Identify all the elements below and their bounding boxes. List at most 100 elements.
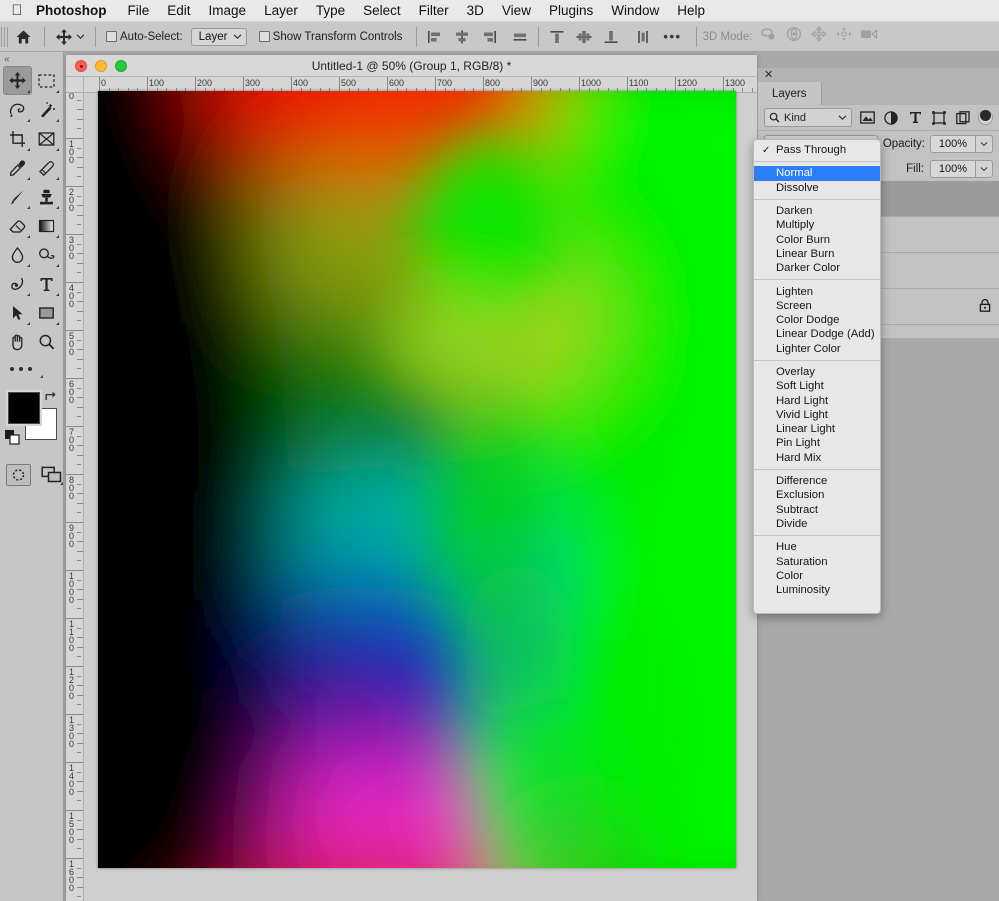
chevron-down-icon[interactable] [976,160,993,178]
menu-item-window[interactable]: Window [602,0,668,22]
tool-blur-tool[interactable] [3,240,32,269]
menu-item-help[interactable]: Help [668,0,714,22]
blend-mode-option-luminosity[interactable]: Luminosity [754,583,880,597]
menu-item-file[interactable]: File [119,0,159,22]
menu-item-edit[interactable]: Edit [158,0,199,22]
smart-object-filter-icon[interactable] [954,109,972,127]
menu-item-3d[interactable]: 3D [458,0,493,22]
blend-mode-option-color-burn[interactable]: Color Burn [754,232,880,246]
tool-rectangle-tool[interactable] [32,298,61,327]
type-layer-filter-icon[interactable] [906,109,924,127]
tool-clone-stamp-tool[interactable] [32,182,61,211]
roll-3d-icon[interactable] [785,26,803,47]
slide-3d-icon[interactable] [835,26,853,47]
blend-mode-option-color[interactable]: Color [754,569,880,583]
distribute-bottom-edges-icon[interactable] [599,25,623,49]
blend-mode-option-hard-light[interactable]: Hard Light [754,393,880,407]
blend-mode-option-saturation[interactable]: Saturation [754,554,880,568]
blend-mode-option-multiply[interactable]: Multiply [754,218,880,232]
menu-item-layer[interactable]: Layer [255,0,307,22]
blend-mode-option-hue[interactable]: Hue [754,540,880,554]
blend-mode-option-difference[interactable]: Difference [754,474,880,488]
blend-mode-option-darker-color[interactable]: Darker Color [754,261,880,275]
blend-mode-option-hard-mix[interactable]: Hard Mix [754,451,880,465]
menu-item-plugins[interactable]: Plugins [540,0,602,22]
tool-rectangular-marquee-tool[interactable] [32,66,61,95]
more-tools-icon[interactable] [0,356,64,382]
shape-layer-filter-icon[interactable] [930,109,948,127]
distribute-vertical-centers-icon[interactable] [572,25,596,49]
image-canvas[interactable] [98,91,736,868]
blend-mode-option-pin-light[interactable]: Pin Light [754,436,880,450]
show-transform-controls-control[interactable]: Show Transform Controls [255,31,407,43]
tool-move-tool[interactable] [3,66,32,95]
menu-item-type[interactable]: Type [307,0,354,22]
tool-hand-tool[interactable] [3,327,32,356]
blend-mode-option-vivid-light[interactable]: Vivid Light [754,408,880,422]
opacity-stepper[interactable]: 100% [930,135,993,153]
tool-healing-brush-tool[interactable] [32,153,61,182]
blend-mode-option-pass-through[interactable]: ✓ Pass Through [754,143,880,157]
auto-select-control[interactable]: Auto-Select: [102,31,187,43]
align-right-edges-icon[interactable] [477,25,501,49]
rotate-3d-icon[interactable] [759,26,778,47]
document-titlebar[interactable]: Untitled-1 @ 50% (Group 1, RGB/8) * [66,55,757,77]
auto-select-checkbox[interactable] [106,31,117,42]
fill-value[interactable]: 100% [930,160,976,178]
align-horizontal-centers-icon[interactable] [450,25,474,49]
blend-mode-option-linear-burn[interactable]: Linear Burn [754,247,880,261]
blend-mode-option-screen[interactable]: Screen [754,299,880,313]
align-bottom-edges-icon[interactable] [508,25,532,49]
blend-mode-option-lighten[interactable]: Lighten [754,284,880,298]
chevron-down-icon[interactable] [976,135,993,153]
tool-quick-selection-tool[interactable] [32,95,61,124]
tool-crop-tool[interactable] [3,124,32,153]
filter-kind-dropdown[interactable]: Kind [764,108,852,127]
blend-mode-option-darken[interactable]: Darken [754,204,880,218]
options-bar-grip[interactable] [1,26,8,47]
active-tool-preset[interactable] [51,28,89,46]
tool-pen-tool[interactable] [3,269,32,298]
menu-item-select[interactable]: Select [354,0,410,22]
pixel-layer-filter-icon[interactable] [858,109,876,127]
blend-mode-option-soft-light[interactable]: Soft Light [754,379,880,393]
blend-mode-option-linear-light[interactable]: Linear Light [754,422,880,436]
blend-mode-option-overlay[interactable]: Overlay [754,365,880,379]
tool-zoom-tool[interactable] [32,327,61,356]
blend-mode-option-linear-dodge-add[interactable]: Linear Dodge (Add) [754,327,880,341]
blend-mode-option-exclusion[interactable]: Exclusion [754,488,880,502]
tool-frame-tool[interactable] [32,124,61,153]
blend-mode-option-subtract[interactable]: Subtract [754,503,880,517]
auto-select-scope-dropdown[interactable]: Layer [190,27,247,46]
menu-item-view[interactable]: View [493,0,540,22]
tool-type-tool[interactable] [32,269,61,298]
foreground-color-swatch[interactable] [8,392,40,424]
apple-logo-icon[interactable]:  [8,1,26,21]
filter-toggle-switch[interactable] [978,110,993,125]
quick-mask-icon[interactable] [6,464,31,486]
align-left-edges-icon[interactable] [423,25,447,49]
tool-brush-tool[interactable] [3,182,32,211]
tool-lasso-tool[interactable] [3,95,32,124]
blend-mode-option-normal[interactable]: Normal [754,166,880,181]
collapse-panel-icon[interactable]: « [0,52,63,66]
tool-gradient-tool[interactable] [32,211,61,240]
menu-item-image[interactable]: Image [200,0,256,22]
fill-stepper[interactable]: 100% [930,160,993,178]
blend-mode-option-dissolve[interactable]: Dissolve [754,181,880,195]
blend-mode-dropdown-menu[interactable]: ✓ Pass Through Normal Dissolve Darken Multipl… [753,139,881,614]
blend-mode-option-lighter-color[interactable]: Lighter Color [754,342,880,356]
more-options-button[interactable]: ••• [655,29,689,44]
adjustment-layer-filter-icon[interactable] [882,109,900,127]
screen-mode-icon[interactable] [41,464,63,486]
blend-mode-option-divide[interactable]: Divide [754,517,880,531]
swap-colors-icon[interactable] [44,390,57,406]
tool-eraser-tool[interactable] [3,211,32,240]
default-colors-icon[interactable] [5,430,21,451]
tab-layers[interactable]: Layers [758,82,822,105]
scale-3d-camera-icon[interactable] [860,27,880,46]
vertical-ruler[interactable]: 0 100 200 300 400 500 600 700 800 900 1000 1100 1200… [66,93,84,901]
drag-3d-icon[interactable] [810,26,828,47]
tool-eyedropper-tool[interactable] [3,153,32,182]
distribute-horizontal-centers-icon[interactable] [631,25,655,49]
